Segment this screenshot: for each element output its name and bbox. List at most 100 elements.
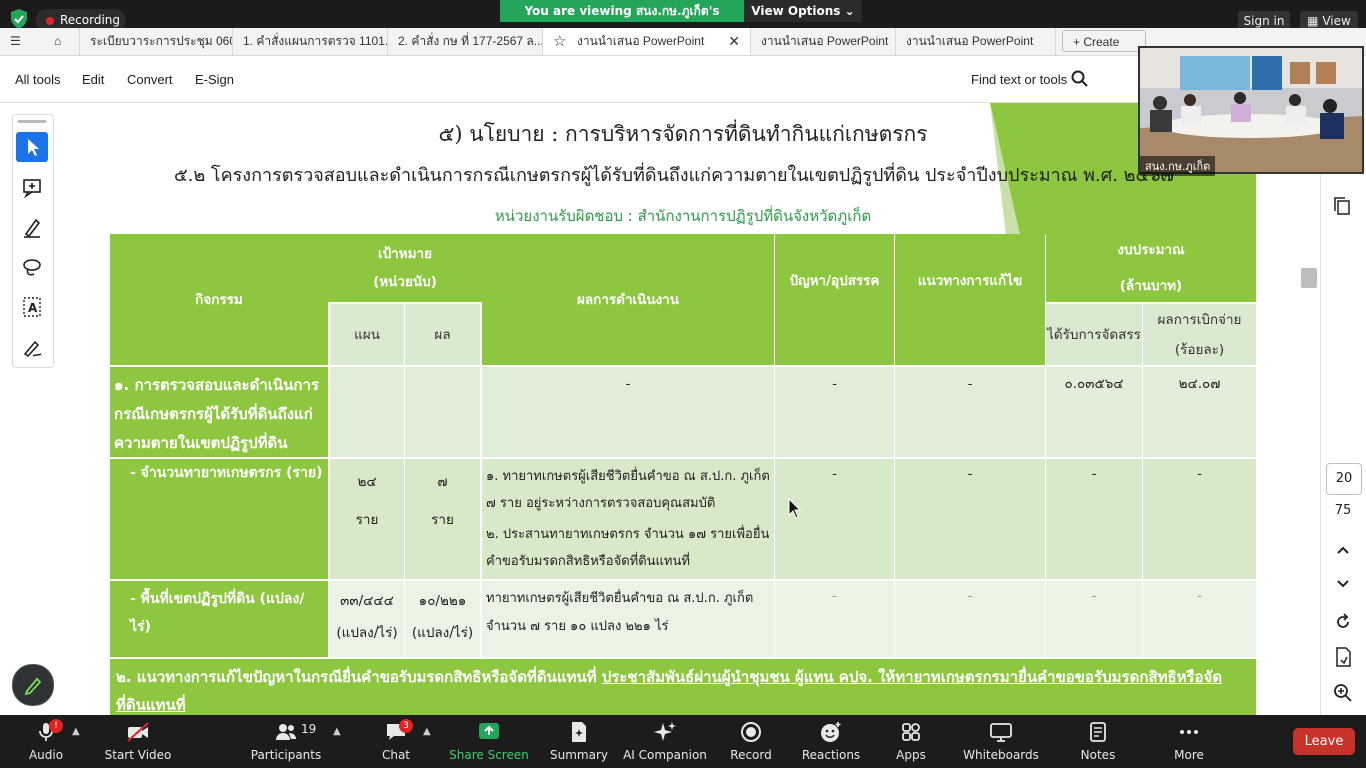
star-icon[interactable]: ☆ bbox=[553, 28, 566, 55]
row2-performance: ๑. ทายาทเกษตรผู้เสียชีวิตยื่นคำขอ ณ ส.ป.… bbox=[482, 459, 774, 579]
add-comment-icon[interactable] bbox=[16, 172, 48, 202]
esign-menu[interactable]: E-Sign bbox=[195, 72, 234, 87]
row3-problems: - bbox=[775, 581, 894, 657]
participants-caret-icon[interactable]: ▲ bbox=[333, 726, 341, 737]
select-cursor-icon[interactable] bbox=[16, 132, 48, 162]
record-icon bbox=[741, 722, 761, 742]
row3-plan-unit: (แปลง/ไร่) bbox=[336, 625, 398, 641]
home-icon[interactable]: ⌂ bbox=[44, 28, 80, 55]
svg-text:A: A bbox=[28, 301, 38, 315]
tab-label: งานนำเสนอ PowerPoint bbox=[577, 34, 705, 48]
grid-icon: ▦ bbox=[1307, 14, 1323, 28]
rotate-icon[interactable] bbox=[1333, 612, 1353, 636]
ai-companion-button[interactable]: AI Companion bbox=[622, 716, 708, 766]
participant-video[interactable] bbox=[1138, 46, 1364, 174]
all-tools-menu[interactable]: All tools bbox=[15, 72, 61, 87]
edit-menu[interactable]: Edit bbox=[82, 72, 104, 87]
view-options-button[interactable]: View Options ⌄ bbox=[744, 0, 862, 22]
participants-count: 19 bbox=[301, 722, 317, 736]
page-export-icon[interactable] bbox=[1333, 646, 1353, 672]
row2-result-value: ๗ bbox=[437, 474, 448, 490]
header-disbursed-line2: (ร้อยละ) bbox=[1174, 341, 1225, 358]
page-down-icon[interactable] bbox=[1334, 576, 1352, 595]
plus-icon: + bbox=[1073, 35, 1084, 49]
summary-label: Summary bbox=[550, 748, 608, 762]
row1-allocated: ๐.๐๓๕๖๔ bbox=[1046, 367, 1142, 457]
start-video-label: Start Video bbox=[104, 748, 172, 762]
row1-problems: - bbox=[775, 367, 894, 457]
whiteboard-icon bbox=[990, 723, 1012, 742]
create-button[interactable]: + Create bbox=[1062, 30, 1146, 52]
more-button[interactable]: More bbox=[1146, 716, 1232, 766]
header-plan: แผน bbox=[330, 304, 404, 365]
notes-button[interactable]: Notes bbox=[1055, 716, 1141, 766]
row3-result-unit: (แปลง/ไร่) bbox=[411, 625, 474, 641]
chat-button[interactable]: 3 Chat bbox=[353, 716, 439, 766]
close-tab-icon[interactable]: ✕ bbox=[728, 28, 740, 55]
vertical-scrollbar-thumb[interactable] bbox=[1301, 268, 1317, 288]
reactions-emoji-icon bbox=[821, 722, 841, 742]
header-problems: ปัญหา/อุปสรรค bbox=[775, 234, 894, 365]
share-screen-button[interactable]: Share Screen bbox=[446, 716, 532, 766]
draw-lasso-icon[interactable] bbox=[16, 252, 48, 282]
meeting-room-video-frame bbox=[1140, 48, 1362, 172]
copy-pages-icon[interactable] bbox=[1332, 196, 1352, 220]
row2-plan-value: ๒๔ bbox=[357, 474, 377, 490]
leave-meeting-button[interactable]: Leave bbox=[1293, 728, 1355, 755]
find-text-input[interactable]: Find text or tools bbox=[971, 72, 1067, 87]
chevron-down-icon: ⌄ bbox=[844, 4, 855, 18]
zoom-in-icon[interactable] bbox=[1333, 683, 1353, 707]
signature-icon[interactable] bbox=[16, 332, 48, 362]
text-box-icon[interactable]: A bbox=[16, 292, 48, 322]
more-label: More bbox=[1174, 748, 1204, 762]
tab-powerpoint-active[interactable]: งานนำเสนอ PowerPoint ☆ ✕ bbox=[543, 28, 751, 55]
notes-label: Notes bbox=[1080, 748, 1116, 762]
apps-button[interactable]: Apps bbox=[868, 716, 954, 766]
summary-icon bbox=[572, 722, 586, 742]
apps-label: Apps bbox=[896, 748, 926, 762]
start-video-button[interactable]: Start Video bbox=[95, 716, 181, 766]
row1-solutions: - bbox=[895, 367, 1045, 457]
view-label: View bbox=[1322, 14, 1351, 28]
audio-options-caret-icon[interactable]: ▲ bbox=[72, 726, 80, 737]
summary-button[interactable]: Summary bbox=[536, 716, 622, 766]
tab-agenda[interactable]: ระเบียบวาระการประชุม 060... bbox=[80, 28, 233, 55]
highlight-pen-icon[interactable] bbox=[16, 212, 48, 242]
tab-powerpoint-2[interactable]: งานนำเสนอ PowerPoint bbox=[751, 28, 896, 55]
row2-plan-unit: ราย bbox=[355, 512, 379, 528]
chat-unread-badge: 3 bbox=[399, 719, 413, 733]
security-shield-icon[interactable] bbox=[8, 8, 30, 30]
slide-subtitle: ๕.๒ โครงการตรวจสอบและดำเนินการกรณีเกษตรก… bbox=[174, 165, 1175, 186]
participants-button[interactable]: 19 Participants bbox=[243, 716, 329, 766]
annotate-pencil-button[interactable] bbox=[12, 664, 54, 706]
record-button[interactable]: Record bbox=[708, 716, 794, 766]
convert-menu[interactable]: Convert bbox=[127, 72, 173, 87]
hamburger-menu-icon[interactable]: ☰ bbox=[0, 28, 44, 55]
audio-button[interactable]: ! Audio bbox=[3, 716, 89, 766]
tab-ministry-order[interactable]: 2. คำสั่ง กษ ที่ 177-2567 ล... bbox=[388, 28, 543, 55]
view-options-label: View Options bbox=[751, 4, 841, 18]
apps-icon bbox=[902, 723, 920, 741]
header-result: ผล bbox=[405, 304, 480, 365]
header-solutions: แนวทางการแก้ไข bbox=[895, 234, 1045, 365]
chat-label: Chat bbox=[381, 748, 411, 762]
header-budget-line2: (ล้านบาท) bbox=[1119, 278, 1183, 294]
audio-warning-badge: ! bbox=[49, 719, 63, 733]
panel-grip[interactable] bbox=[18, 120, 46, 123]
participant-name-label: สนง.กษ.ภูเก็ต bbox=[1140, 156, 1216, 176]
audio-label: Audio bbox=[28, 748, 64, 762]
whiteboards-button[interactable]: Whiteboards bbox=[958, 716, 1044, 766]
total-pages: 75 bbox=[1334, 503, 1352, 518]
tab-powerpoint-3[interactable]: งานนำเสนอ PowerPoint bbox=[896, 28, 1056, 55]
page-up-icon[interactable] bbox=[1334, 542, 1352, 561]
viewing-banner: You are viewing สนง.กษ.ภูเก็ต's screen bbox=[500, 0, 744, 40]
search-icon[interactable] bbox=[1071, 70, 1089, 92]
header-target-line1: เป้าหมาย bbox=[377, 246, 433, 262]
row3-solutions: - bbox=[895, 581, 1045, 657]
chat-caret-icon[interactable]: ▲ bbox=[423, 726, 431, 737]
tab-inspection-order[interactable]: 1. คำสั่งแผนการตรวจ 1101... bbox=[233, 28, 388, 55]
current-page-input[interactable]: 20 bbox=[1326, 463, 1362, 495]
header-allocated: ได้รับการจัดสรร bbox=[1046, 304, 1142, 365]
reactions-button[interactable]: Reactions bbox=[788, 716, 874, 766]
slide-title: ๕) นโยบาย : การบริหารจัดการที่ดินทำกินแก… bbox=[438, 122, 928, 146]
